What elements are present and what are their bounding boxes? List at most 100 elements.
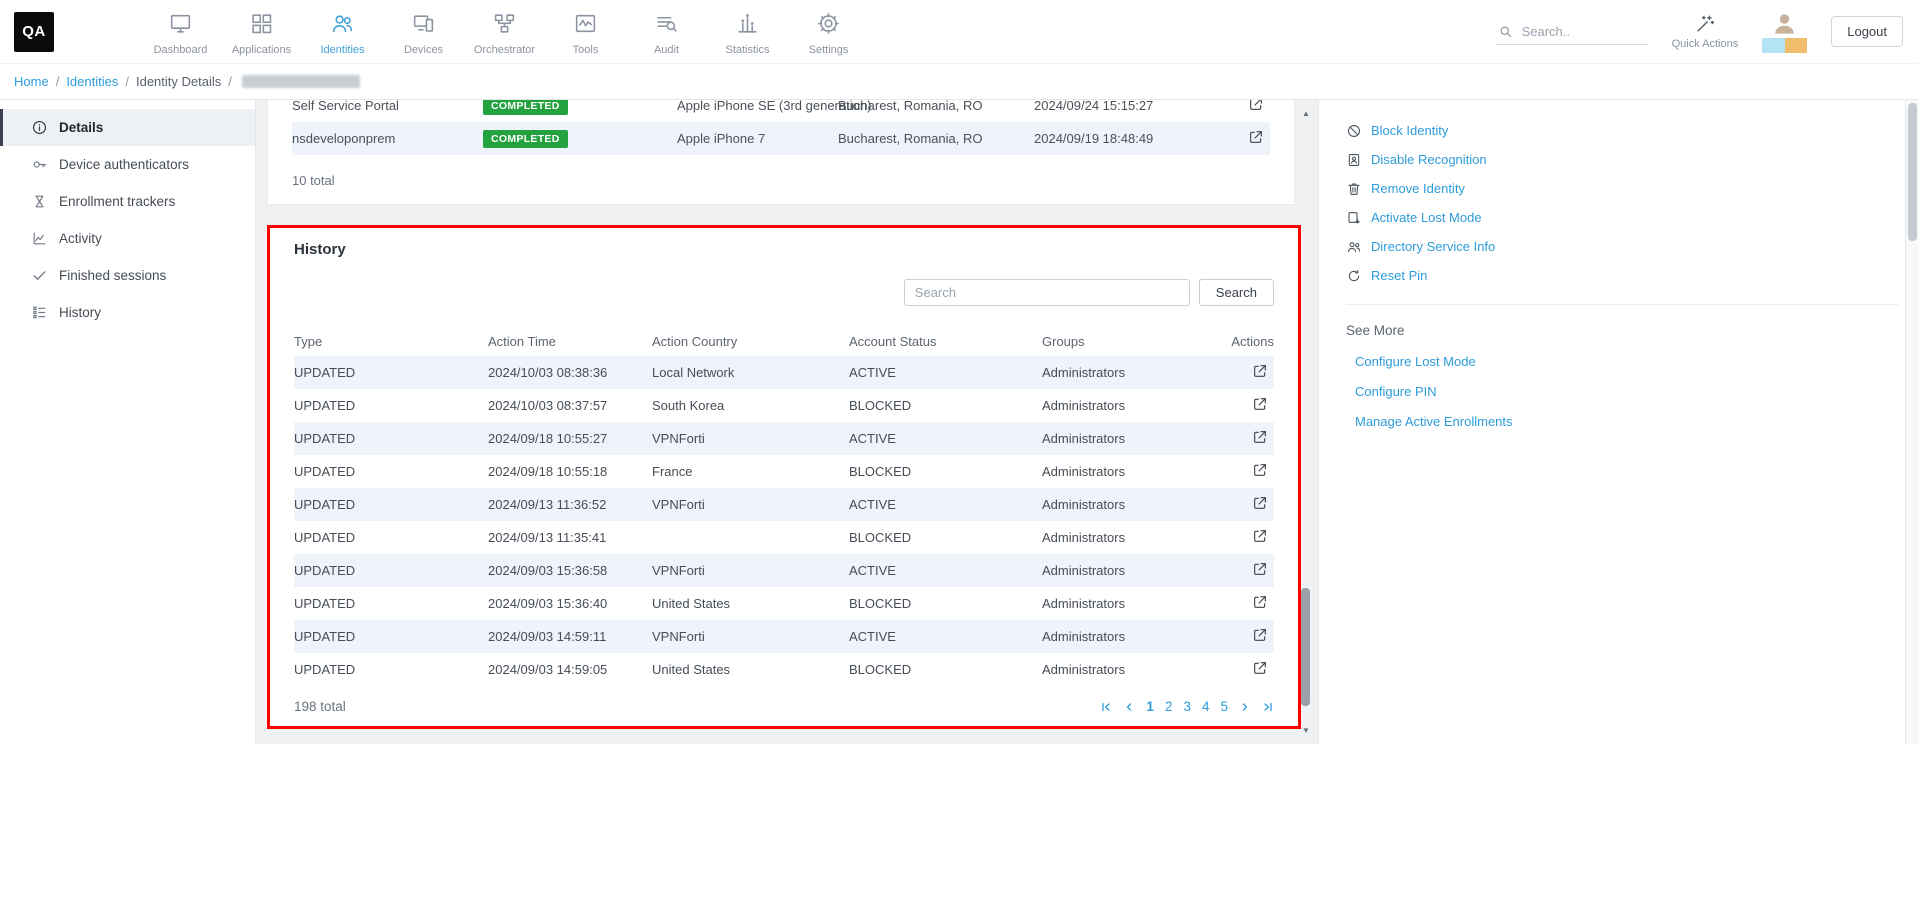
see-more-link[interactable]: Configure PIN: [1346, 376, 1899, 406]
nav-item[interactable]: Tools: [545, 8, 626, 56]
next-page-icon[interactable]: [1239, 701, 1251, 713]
open-details-icon[interactable]: [1248, 100, 1264, 112]
identity-action-link[interactable]: Reset Pin: [1346, 261, 1899, 290]
history-table-body: UPDATED 2024/10/03 08:38:36 Local Networ…: [294, 356, 1274, 686]
identity-action-link[interactable]: Block Identity: [1346, 116, 1899, 145]
open-details-icon[interactable]: [1252, 363, 1268, 379]
row-groups: Administrators: [1042, 497, 1228, 512]
session-name: Self Service Portal: [292, 100, 483, 113]
open-details-icon[interactable]: [1252, 495, 1268, 511]
flag-left-stripe: [1762, 38, 1785, 53]
open-details-icon[interactable]: [1252, 396, 1268, 412]
open-details-icon[interactable]: [1252, 528, 1268, 544]
nav-item[interactable]: Dashboard: [140, 8, 221, 56]
sessions-rows: Self Service Portal COMPLETED Apple iPho…: [292, 100, 1270, 155]
nav-item[interactable]: Audit: [626, 8, 707, 56]
redacted-identity-name: [242, 75, 360, 88]
sessions-total: 10 total: [292, 173, 1270, 188]
breadcrumb-current: Identity Details: [136, 74, 221, 89]
row-status: BLOCKED: [849, 530, 1042, 545]
row-country: VPNForti: [652, 563, 849, 578]
locale-flag[interactable]: [1762, 38, 1807, 53]
row-country: VPNForti: [652, 497, 849, 512]
sidebar-item-label: Device authenticators: [59, 157, 189, 172]
nav-item[interactable]: Settings: [788, 8, 869, 56]
nav-item[interactable]: Identities: [302, 8, 383, 56]
scroll-up-arrow[interactable]: ▲: [1300, 109, 1312, 118]
session-row: nsdeveloponprem COMPLETED Apple iPhone 7…: [292, 122, 1270, 155]
nav-item[interactable]: Statistics: [707, 8, 788, 56]
identity-action-link[interactable]: Disable Recognition: [1346, 145, 1899, 174]
page-number[interactable]: 5: [1220, 699, 1228, 714]
row-time: 2024/10/03 08:37:57: [488, 398, 652, 413]
table-row: UPDATED 2024/09/03 15:36:40 United State…: [294, 587, 1274, 620]
page-scrollbar[interactable]: [1905, 100, 1919, 744]
identity-action-link[interactable]: Directory Service Info: [1346, 232, 1899, 261]
open-details-icon[interactable]: [1252, 561, 1268, 577]
row-status: ACTIVE: [849, 563, 1042, 578]
row-groups: Administrators: [1042, 398, 1228, 413]
table-row: UPDATED 2024/09/18 10:55:27 VPNForti ACT…: [294, 422, 1274, 455]
wand-icon: [1694, 13, 1716, 35]
row-status: ACTIVE: [849, 431, 1042, 446]
open-details-icon[interactable]: [1252, 594, 1268, 610]
orchestrator-icon: [492, 11, 517, 41]
flag-right-stripe: [1785, 38, 1808, 53]
identity-action-link[interactable]: Activate Lost Mode: [1346, 203, 1899, 232]
nav-item-label: Audit: [654, 44, 679, 56]
session-device: Apple iPhone SE (3rd generation): [677, 100, 838, 113]
prev-page-icon[interactable]: [1123, 701, 1135, 713]
user-menu[interactable]: [1762, 10, 1807, 53]
page-number[interactable]: 3: [1183, 699, 1191, 714]
open-details-icon[interactable]: [1252, 429, 1268, 445]
first-page-icon[interactable]: [1100, 701, 1112, 713]
identities-icon: [330, 11, 355, 41]
sidebar-item[interactable]: Finished sessions: [0, 257, 255, 294]
global-search-input[interactable]: [1522, 24, 1634, 39]
page-number[interactable]: 4: [1202, 699, 1210, 714]
row-country: United States: [652, 662, 849, 677]
row-type: UPDATED: [294, 629, 488, 644]
badge-icon: [1346, 152, 1362, 168]
history-search-input[interactable]: [904, 279, 1190, 306]
history-search-button[interactable]: Search: [1199, 279, 1274, 306]
scroll-down-arrow[interactable]: ▼: [1300, 726, 1312, 735]
page-scrollbar-thumb[interactable]: [1908, 103, 1917, 241]
logout-button[interactable]: Logout: [1831, 16, 1903, 47]
page-number[interactable]: 1: [1146, 699, 1154, 714]
page-number[interactable]: 2: [1165, 699, 1173, 714]
history-footer: 198 total 1 2 3: [294, 699, 1274, 714]
nav-item[interactable]: Applications: [221, 8, 302, 56]
last-page-icon[interactable]: [1262, 701, 1274, 713]
search-icon: [1498, 24, 1513, 39]
identity-action-link[interactable]: Remove Identity: [1346, 174, 1899, 203]
sidebar-item[interactable]: Details: [0, 109, 255, 146]
see-more-link[interactable]: Configure Lost Mode: [1346, 346, 1899, 376]
nav-item[interactable]: Devices: [383, 8, 464, 56]
sidebar-item[interactable]: Enrollment trackers: [0, 183, 255, 220]
nav-item-label: Dashboard: [154, 44, 208, 56]
audit-icon: [654, 11, 679, 41]
breadcrumb-link-home[interactable]: Home: [14, 74, 49, 89]
scrollbar-thumb[interactable]: [1301, 588, 1310, 706]
quick-actions-button[interactable]: Quick Actions: [1672, 13, 1739, 50]
app-logo[interactable]: QA: [14, 12, 54, 52]
nav-item[interactable]: Orchestrator: [464, 8, 545, 56]
sidebar-item[interactable]: History: [0, 294, 255, 331]
open-details-icon[interactable]: [1252, 660, 1268, 676]
content-scrollbar[interactable]: ▲ ▼: [1300, 103, 1312, 737]
sidebar-item[interactable]: Activity: [0, 220, 255, 257]
history-card: History Search Type Action Time Action C…: [270, 228, 1298, 726]
col-actions: Actions: [1228, 334, 1274, 349]
row-type: UPDATED: [294, 365, 488, 380]
row-status: BLOCKED: [849, 398, 1042, 413]
sidebar-item[interactable]: Device authenticators: [0, 146, 255, 183]
see-more-link[interactable]: Manage Active Enrollments: [1346, 406, 1899, 436]
open-details-icon[interactable]: [1252, 627, 1268, 643]
statistics-icon: [735, 11, 760, 41]
table-row: UPDATED 2024/09/03 15:36:58 VPNForti ACT…: [294, 554, 1274, 587]
open-details-icon[interactable]: [1248, 129, 1264, 145]
trash-icon: [1346, 181, 1362, 197]
open-details-icon[interactable]: [1252, 462, 1268, 478]
breadcrumb-link-identities[interactable]: Identities: [66, 74, 118, 89]
